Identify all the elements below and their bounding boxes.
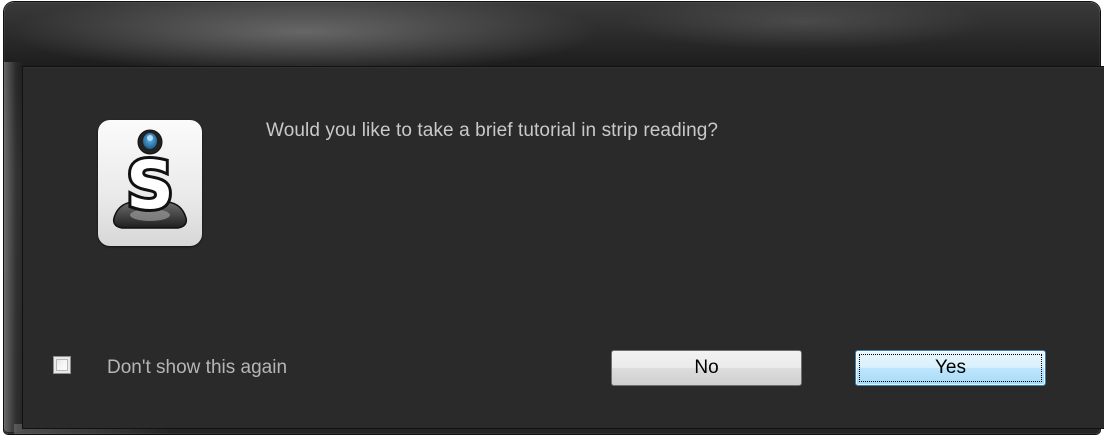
yes-button-label: Yes	[935, 357, 966, 378]
svg-text:S: S	[126, 147, 174, 224]
dont-show-again-label[interactable]: Don't show this again	[107, 357, 287, 379]
dialog-message: Would you like to take a brief tutorial …	[266, 120, 719, 141]
no-button-label: No	[694, 357, 719, 378]
strip-reader-s-icon: S	[98, 120, 202, 246]
dialog-window: S Would you like to take a brief tutoria…	[4, 2, 1104, 434]
no-button[interactable]: No	[611, 350, 802, 386]
dont-show-again-checkbox[interactable]	[53, 356, 71, 374]
dont-show-again-checkbox-group[interactable]	[53, 354, 71, 376]
yes-button[interactable]: Yes	[855, 350, 1046, 386]
dialog-body: S Would you like to take a brief tutoria…	[22, 66, 1104, 429]
frame-edge-highlight	[4, 62, 24, 432]
